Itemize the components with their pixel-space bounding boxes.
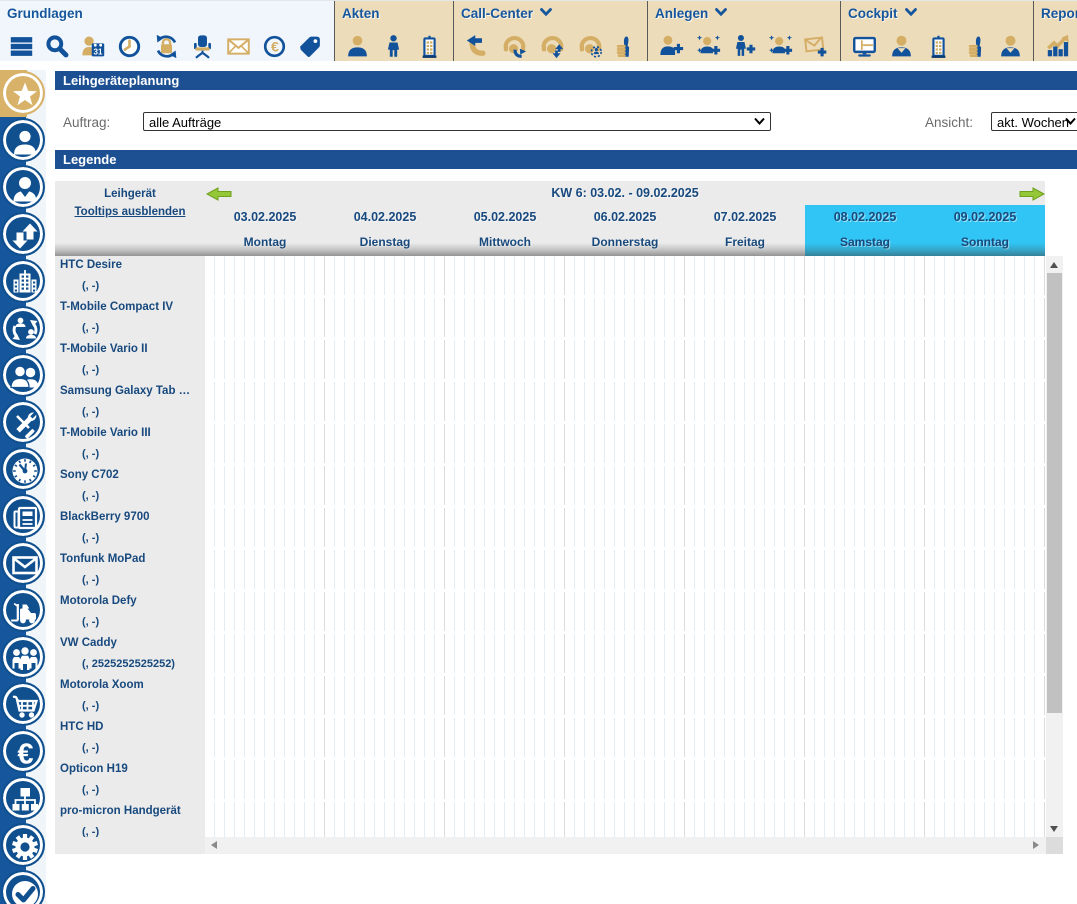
svg-text:€: € — [270, 39, 278, 55]
svg-text:31: 31 — [93, 48, 102, 57]
svg-text:€: € — [17, 739, 33, 771]
